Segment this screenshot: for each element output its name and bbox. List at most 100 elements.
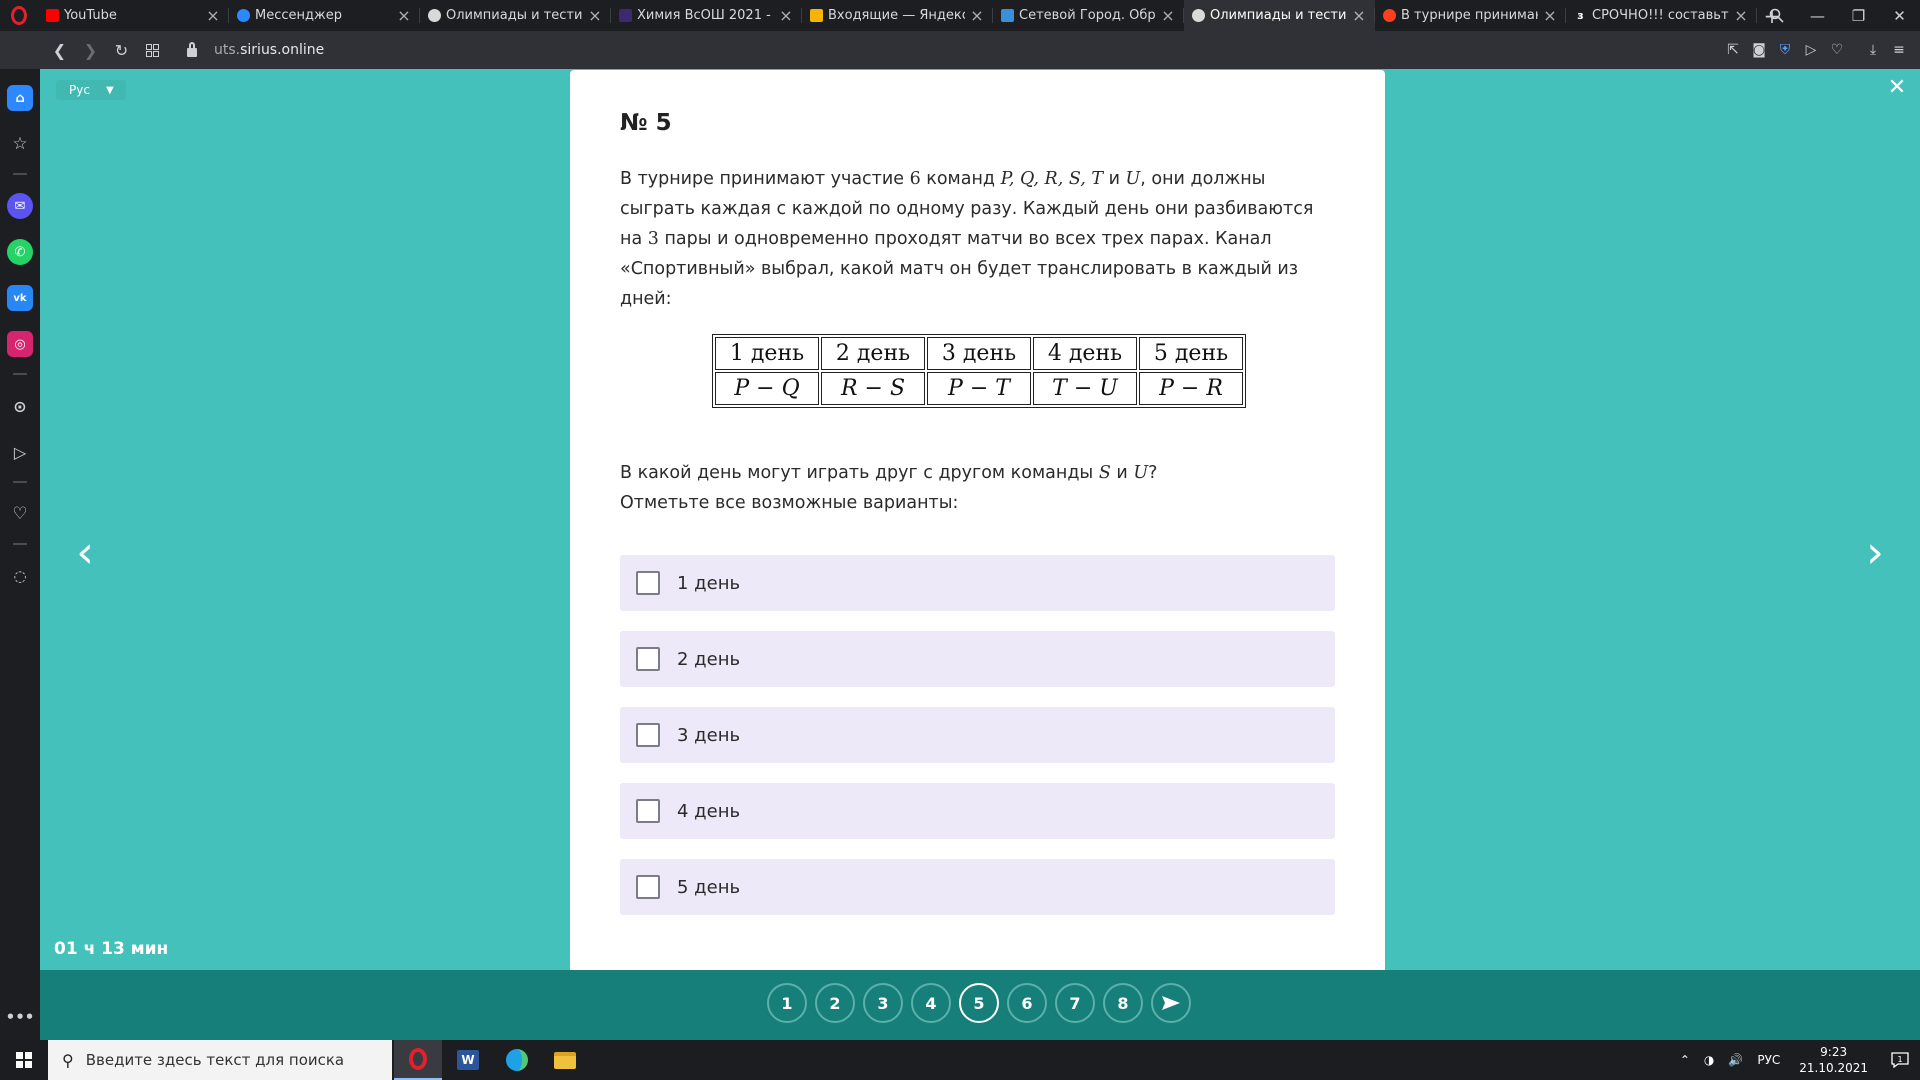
notification-center-icon[interactable]: 1 [1880,1040,1920,1080]
option-label: 3 день [677,724,741,746]
question-button-4[interactable]: 4 [911,983,951,1023]
address-bar-tools: ⇱ ◙ ⛨ ▷ ♡ ⤓ ≡ [1720,31,1912,69]
prev-question-arrow-icon[interactable]: ‹ [70,529,100,577]
sidebar-more-icon[interactable]: ••• [6,1004,35,1030]
taskbar-opera-icon[interactable] [394,1040,442,1080]
schedule-day: 3 день [927,337,1031,370]
clock[interactable]: 9:23 21.10.2021 [1799,1044,1868,1076]
language-select[interactable]: Рус ▼ [56,80,126,100]
question-navigator: 1 2 3 4 5 6 7 8 [40,970,1920,1040]
adblock-shield-icon[interactable]: ⛨ [1772,31,1798,69]
tabs-grid-icon[interactable] [137,31,168,69]
answer-option-4[interactable]: 4 день [620,783,1335,839]
tray-expand-icon[interactable]: ⌃ [1680,1053,1690,1067]
tab-title: Олимпиады и тестиров [446,8,583,23]
lock-icon[interactable] [182,31,202,69]
taskbar-explorer-icon[interactable] [541,1040,589,1080]
browser-tab[interactable]: YouTube × [38,0,229,31]
easy-setup-icon[interactable]: ≡ [1886,31,1912,69]
answer-option-5[interactable]: 5 день [620,859,1335,915]
sidebar-divider [13,481,27,483]
opera-menu-button[interactable] [0,0,38,31]
team-name: U [1125,169,1141,189]
schedule-day: 2 день [821,337,925,370]
question-button-1[interactable]: 1 [767,983,807,1023]
whatsapp-icon[interactable]: ✆ [7,239,33,265]
flow-send-icon[interactable]: ▷ [1798,31,1824,69]
taskbar-edge-icon[interactable] [493,1040,541,1080]
my-flow-icon[interactable]: ▷ [7,439,33,465]
camera-icon[interactable]: ◙ [1746,31,1772,69]
answer-option-3[interactable]: 3 день [620,707,1335,763]
url-domain: sirius.online [240,42,325,58]
share-icon[interactable]: ⇱ [1720,31,1746,69]
heart-icon[interactable]: ♡ [1824,31,1850,69]
prompt-text: и [1110,463,1134,483]
browser-tab[interactable]: Химия ВсОШ 2021 - Гру × [611,0,802,31]
pinboard-heart-icon[interactable]: ♡ [7,501,33,527]
answer-option-1[interactable]: 1 день [620,555,1335,611]
schedule-day: 1 день [715,337,819,370]
forward-icon[interactable]: ❯ [75,31,106,69]
input-language[interactable]: РУС [1757,1053,1780,1067]
window-controls: — ❐ ✕ [1756,0,1920,31]
browser-tab-active[interactable]: Олимпиады и тестиров × [1184,0,1375,31]
checkbox[interactable] [636,875,660,899]
browser-tab[interactable]: Олимпиады и тестиров × [420,0,611,31]
send-arrow-icon[interactable] [1151,983,1191,1023]
reload-icon[interactable]: ↻ [106,31,137,69]
checkbox[interactable] [636,647,660,671]
question-button-7[interactable]: 7 [1055,983,1095,1023]
tab-close-icon[interactable]: × [1733,6,1749,25]
back-icon[interactable]: ❮ [44,31,75,69]
checkbox[interactable] [636,723,660,747]
url-field[interactable]: uts.sirius.online [214,42,324,58]
mail-favicon-icon [810,9,823,22]
tab-close-icon[interactable]: × [205,6,221,25]
answer-option-2[interactable]: 2 день [620,631,1335,687]
browser-tab[interactable]: Входящие — Яндекс.По × [802,0,993,31]
instagram-icon[interactable]: ◎ [7,331,33,357]
notification-count: 1 [1897,1055,1902,1064]
tab-close-icon[interactable]: × [778,6,794,25]
tab-close-icon[interactable]: × [1351,6,1367,25]
lightbulb-icon[interactable]: ◌ [7,563,33,589]
close-icon[interactable]: ✕ [1886,77,1908,99]
home-icon[interactable]: ⌂ [7,85,33,111]
question-button-3[interactable]: 3 [863,983,903,1023]
taskbar-search-input[interactable]: ⚲ Введите здесь текст для поиска [48,1040,392,1080]
chem-favicon-icon [619,9,632,22]
wifi-icon[interactable]: ◑ [1704,1053,1714,1067]
taskbar-word-icon[interactable]: W [444,1040,492,1080]
intro-number: 3 [647,229,659,249]
minimize-icon[interactable]: — [1797,0,1838,31]
checkbox[interactable] [636,571,660,595]
next-question-arrow-icon[interactable]: › [1860,529,1890,577]
vk-icon[interactable]: vk [7,285,33,311]
browser-tab[interactable]: Мессенджер × [229,0,420,31]
download-icon[interactable]: ⤓ [1860,31,1886,69]
browser-tab[interactable]: з СРОЧНО!!! составьте о × [1566,0,1757,31]
tab-close-icon[interactable]: × [587,6,603,25]
tab-close-icon[interactable]: × [1160,6,1176,25]
tab-close-icon[interactable]: × [969,6,985,25]
question-button-6[interactable]: 6 [1007,983,1047,1023]
tab-close-icon[interactable]: × [396,6,412,25]
browser-tab[interactable]: Сетевой Город. Образо × [993,0,1184,31]
schedule-match: P − T [927,372,1031,405]
question-button-2[interactable]: 2 [815,983,855,1023]
player-icon[interactable]: ⊙ [7,393,33,419]
question-button-5-current[interactable]: 5 [959,983,999,1023]
sirius-favicon-icon [428,9,441,22]
start-button[interactable] [0,1040,48,1080]
question-button-8[interactable]: 8 [1103,983,1143,1023]
tab-close-icon[interactable]: × [1542,6,1558,25]
tab-search-icon[interactable] [1756,0,1797,31]
window-close-icon[interactable]: ✕ [1879,0,1920,31]
bookmarks-icon[interactable]: ☆ [7,131,33,157]
volume-icon[interactable]: 🔊 [1728,1053,1743,1067]
messenger-icon[interactable]: ✉ [7,193,33,219]
restore-icon[interactable]: ❐ [1838,0,1879,31]
browser-tab[interactable]: В турнире принимают у × [1375,0,1566,31]
checkbox[interactable] [636,799,660,823]
